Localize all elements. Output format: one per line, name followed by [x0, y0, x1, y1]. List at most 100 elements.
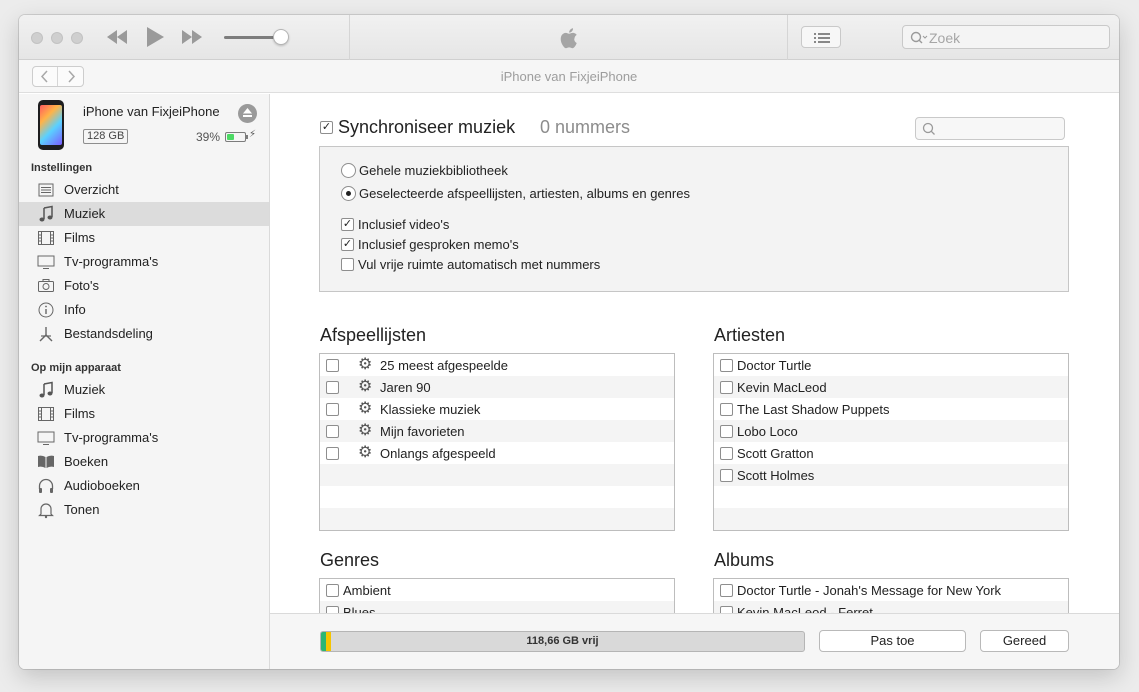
settings-heading: Instellingen: [31, 162, 93, 174]
item-checkbox[interactable]: [720, 359, 733, 372]
item-checkbox[interactable]: [720, 447, 733, 460]
sidebar: iPhone van FixjeiPhone 128 GB 39% ⚡ Inst…: [19, 94, 270, 669]
eject-icon: [243, 108, 252, 117]
sidebar-item-label: Boeken: [64, 454, 109, 469]
list-item[interactable]: Blues: [320, 601, 674, 613]
done-button[interactable]: Gereed: [980, 630, 1069, 652]
list-item[interactable]: Lobo Loco: [714, 420, 1068, 442]
smart-playlist-gear-icon: ⚙: [358, 444, 373, 461]
sidebar-item-films[interactable]: Films: [19, 402, 269, 426]
item-checkbox[interactable]: [326, 403, 339, 416]
sidebar-item-foto-s[interactable]: Foto's: [19, 274, 269, 298]
list-item[interactable]: Doctor Turtle - Jonah's Message for New …: [714, 579, 1068, 601]
item-label: Lobo Loco: [737, 424, 798, 439]
item-checkbox[interactable]: [720, 403, 733, 416]
play-button[interactable]: [143, 24, 167, 57]
list-item[interactable]: Doctor Turtle: [714, 354, 1068, 376]
volume-knob[interactable]: [273, 29, 289, 45]
up-next-button[interactable]: [801, 26, 841, 48]
sidebar-item-bestandsdeling[interactable]: Bestandsdeling: [19, 322, 269, 346]
apple-logo-icon: [560, 28, 577, 49]
window-title: iPhone van FixjeiPhone: [500, 69, 638, 84]
list-icon: [814, 33, 830, 43]
battery-percent: 39%: [196, 130, 221, 144]
sidebar-item-audioboeken[interactable]: Audioboeken: [19, 474, 269, 498]
checkbox-vul-vrije-ruimte-automatisch-m[interactable]: [341, 258, 354, 271]
item-checkbox[interactable]: [326, 447, 339, 460]
battery-tip: [246, 135, 248, 139]
radio-geselecteerde-afspeellijsten-a[interactable]: [341, 186, 356, 201]
item-label: Ambient: [343, 583, 391, 598]
item-checkbox[interactable]: [720, 425, 733, 438]
device-name: iPhone van FixjeiPhone: [83, 104, 220, 119]
bottom-bar: 118,66 GB vrij Pas toe Gereed: [270, 613, 1119, 669]
film-icon: [37, 405, 55, 423]
list-item[interactable]: ⚙ Klassieke muziek: [320, 398, 674, 420]
sidebar-item-tonen[interactable]: Tonen: [19, 498, 269, 522]
rewind-icon: [107, 30, 127, 44]
list-item[interactable]: The Last Shadow Puppets: [714, 398, 1068, 420]
item-checkbox[interactable]: [720, 584, 733, 597]
sidebar-item-films[interactable]: Films: [19, 226, 269, 250]
list-item[interactable]: Kevin MacLeod - Ferret: [714, 601, 1068, 613]
item-label: Doctor Turtle: [737, 358, 812, 373]
minimize-window-button[interactable]: [51, 32, 63, 44]
sidebar-item-muziek[interactable]: Muziek: [19, 202, 269, 226]
sidebar-item-muziek[interactable]: Muziek: [19, 378, 269, 402]
artists-list: Doctor Turtle Kevin MacLeod The Last Shado…: [713, 353, 1069, 531]
item-checkbox[interactable]: [326, 359, 339, 372]
genres-list: Ambient Blues: [319, 578, 675, 613]
zoom-window-button[interactable]: [71, 32, 83, 44]
play-icon: [147, 27, 164, 47]
sidebar-item-overzicht[interactable]: Overzicht: [19, 178, 269, 202]
list-item[interactable]: ⚙ Jaren 90: [320, 376, 674, 398]
headphones-icon: [37, 477, 55, 495]
radio-gehele-muziekbibliotheek[interactable]: [341, 163, 356, 178]
genres-title: Genres: [320, 550, 380, 570]
fast-forward-icon: [182, 30, 202, 44]
list-item[interactable]: Scott Gratton: [714, 442, 1068, 464]
item-checkbox[interactable]: [326, 584, 339, 597]
radio-label: Geselecteerde afspeellijsten, artiesten,…: [359, 186, 690, 201]
apply-button[interactable]: Pas toe: [819, 630, 966, 652]
search-box[interactable]: [902, 25, 1110, 49]
film-icon: [37, 229, 55, 247]
item-checkbox[interactable]: [720, 469, 733, 482]
item-checkbox[interactable]: [326, 425, 339, 438]
music-search-field[interactable]: [915, 117, 1065, 140]
checkbox-inclusief-gesproken-memo-s[interactable]: ✓: [341, 238, 354, 251]
list-icon: [37, 181, 55, 199]
sidebar-item-info[interactable]: Info: [19, 298, 269, 322]
list-item[interactable]: ⚙ Mijn favorieten: [320, 420, 674, 442]
list-item[interactable]: Ambient: [320, 579, 674, 601]
eject-button[interactable]: [238, 104, 257, 123]
sidebar-item-label: Overzicht: [64, 182, 119, 197]
checkbox-inclusief-video-s[interactable]: ✓: [341, 218, 354, 231]
item-checkbox[interactable]: [326, 381, 339, 394]
item-checkbox[interactable]: [326, 606, 339, 613]
item-label: 25 meest afgespeelde: [380, 358, 508, 373]
item-checkbox[interactable]: [720, 606, 733, 613]
close-window-button[interactable]: [31, 32, 43, 44]
artists-title: Artiesten: [714, 325, 786, 345]
sidebar-item-tv-programma-s[interactable]: Tv-programma's: [19, 426, 269, 450]
sidebar-item-boeken[interactable]: Boeken: [19, 450, 269, 474]
iphone-icon: [38, 100, 64, 150]
item-checkbox[interactable]: [720, 381, 733, 394]
sync-music-checkbox[interactable]: ✓: [320, 121, 333, 134]
fast-forward-button[interactable]: [179, 24, 205, 57]
list-item[interactable]: Kevin MacLeod: [714, 376, 1068, 398]
list-item[interactable]: ⚙ 25 meest afgespeelde: [320, 354, 674, 376]
item-label: Blues: [343, 605, 376, 613]
item-label: Kevin MacLeod - Ferret: [737, 605, 873, 613]
sidebar-item-tv-programma-s[interactable]: Tv-programma's: [19, 250, 269, 274]
rewind-button[interactable]: [104, 24, 130, 57]
charging-bolt-icon: ⚡: [249, 129, 257, 140]
search-input[interactable]: [929, 29, 1099, 47]
tv-icon: [37, 429, 55, 447]
item-label: Kevin MacLeod: [737, 380, 827, 395]
list-item[interactable]: ⚙ Onlangs afgespeeld: [320, 442, 674, 464]
radio-label: Gehele muziekbibliotheek: [359, 163, 508, 178]
toolbar-divider: [787, 15, 788, 60]
list-item[interactable]: Scott Holmes: [714, 464, 1068, 486]
